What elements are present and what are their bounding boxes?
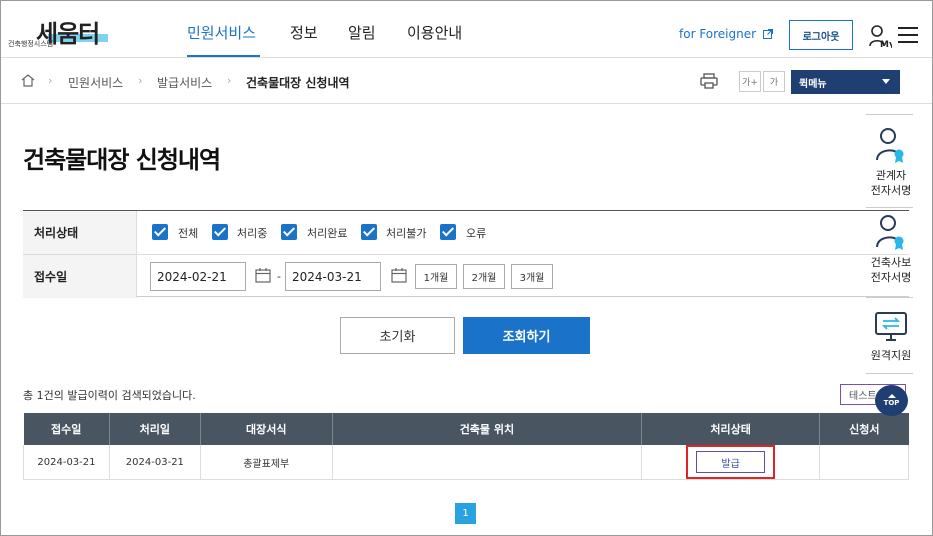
cell-status: 발급 xyxy=(641,445,821,480)
person-badge-icon xyxy=(876,215,904,250)
cell-form: 총괄표제부 xyxy=(200,445,333,480)
period-3-month-button[interactable]: 3개월 xyxy=(511,264,553,289)
breadcrumb-separator-icon: › xyxy=(48,74,53,87)
nav-notice[interactable]: 알림 xyxy=(348,22,376,43)
side-item-stakeholder-signature[interactable]: 관계자 전자서명 xyxy=(866,126,916,198)
issue-button[interactable]: 발급 xyxy=(696,451,766,473)
column-header-processed: 처리일 xyxy=(109,413,201,445)
side-panel-divider xyxy=(866,207,913,208)
logo-subtitle: 건축행정시스템 xyxy=(8,40,54,48)
quick-menu-label: 퀵메뉴 xyxy=(799,78,827,90)
status-filter-row: 처리상태 전체 처리중 처리완료 처리불가 오류 xyxy=(23,211,909,254)
monitor-icon xyxy=(875,312,907,341)
search-button[interactable]: 조회하기 xyxy=(463,317,590,354)
side-item-label: 원격지원 xyxy=(870,349,912,362)
calendar-icon[interactable] xyxy=(255,268,271,283)
quick-menu-select[interactable]: 퀵메뉴 xyxy=(791,70,900,94)
cell-location xyxy=(332,445,643,480)
checkbox-processing[interactable] xyxy=(212,224,228,240)
breadcrumb-separator-icon: › xyxy=(138,74,143,87)
page-title: 건축물대장 신청내역 xyxy=(23,146,221,174)
my-label: My xyxy=(880,40,892,48)
date-from-input[interactable]: 2024-02-21 xyxy=(150,262,246,291)
nav-civil-service[interactable]: 민원서비스 xyxy=(187,22,256,43)
date-separator: - xyxy=(277,270,281,283)
font-size-increase-button[interactable]: 가+ xyxy=(739,71,761,92)
cell-received: 2024-03-21 xyxy=(23,445,110,480)
side-panel-divider xyxy=(866,373,913,374)
date-to-input[interactable]: 2024-03-21 xyxy=(285,262,381,291)
date-filter-row: 접수일 2024-02-21 - 2024-03-21 1개월 2개월 3개월 xyxy=(23,254,909,298)
results-table: 접수일 처리일 대장서식 건축물 위치 처리상태 신청서 2024-03-21 … xyxy=(23,413,909,480)
breadcrumb-divider xyxy=(1,103,932,104)
side-item-remote-support[interactable]: 원격지원 xyxy=(866,310,916,363)
column-header-status: 처리상태 xyxy=(641,413,821,445)
print-icon[interactable] xyxy=(700,73,718,89)
checkbox-all[interactable] xyxy=(152,224,168,240)
site-logo[interactable]: 세움터 건축행정시스템 xyxy=(8,12,118,52)
breadcrumb-civil-service[interactable]: 민원서비스 xyxy=(68,74,123,91)
side-item-label: 관계자 xyxy=(875,169,907,182)
search-form: 처리상태 전체 처리중 처리완료 처리불가 오류 접수일 2024-02-21 … xyxy=(23,210,909,298)
chevron-down-icon xyxy=(882,79,890,84)
pagination-page-current[interactable]: 1 xyxy=(455,503,476,524)
hamburger-menu-icon[interactable] xyxy=(898,26,918,44)
foreigner-link[interactable]: for Foreigner xyxy=(679,27,773,41)
column-header-form: 대장서식 xyxy=(200,413,333,445)
checkbox-impossible[interactable] xyxy=(361,224,377,240)
font-size-default-button[interactable]: 가 xyxy=(763,71,785,92)
table-row: 2024-03-21 2024-03-21 총괄표제부 발급 xyxy=(23,445,909,480)
side-item-label: 전자서명 xyxy=(870,271,912,284)
checkbox-completed-label[interactable]: 처리완료 xyxy=(307,225,347,241)
date-filter-label: 접수일 xyxy=(23,255,137,298)
side-item-label: 전자서명 xyxy=(870,184,912,197)
checkbox-error-label[interactable]: 오류 xyxy=(466,225,486,241)
highlight-box: 발급 xyxy=(686,445,776,479)
breadcrumb-separator-icon: › xyxy=(227,74,232,87)
cell-processed: 2024-03-21 xyxy=(109,445,201,480)
period-2-month-button[interactable]: 2개월 xyxy=(463,264,505,289)
header-divider xyxy=(1,57,932,58)
breadcrumb-current: 건축물대장 신청내역 xyxy=(246,76,350,90)
calendar-icon[interactable] xyxy=(391,268,407,283)
breadcrumb-issue-service[interactable]: 발급서비스 xyxy=(157,74,212,91)
arrow-up-icon xyxy=(887,394,896,398)
column-header-application: 신청서 xyxy=(819,413,909,445)
status-filter-label: 처리상태 xyxy=(23,211,137,254)
side-item-label: 건축사보 xyxy=(870,256,912,269)
checkbox-impossible-label[interactable]: 처리불가 xyxy=(386,225,426,241)
side-item-architect-assistant-signature[interactable]: 건축사보 전자서명 xyxy=(866,213,916,285)
checkbox-all-label[interactable]: 전체 xyxy=(178,225,198,241)
logout-button[interactable]: 로그아웃 xyxy=(789,20,853,50)
checkbox-error[interactable] xyxy=(440,224,456,240)
foreigner-label: for Foreigner xyxy=(679,27,757,41)
reset-button[interactable]: 초기화 xyxy=(340,317,455,354)
cell-application xyxy=(819,445,909,480)
my-page-icon[interactable]: My xyxy=(868,24,892,48)
nav-guide[interactable]: 이용안내 xyxy=(407,22,462,43)
nav-info[interactable]: 정보 xyxy=(290,22,318,43)
person-badge-icon xyxy=(876,128,904,163)
scroll-top-button[interactable]: TOP xyxy=(875,385,908,416)
side-panel-divider xyxy=(866,297,913,298)
result-count: 총 1건의 발급이력이 검색되었습니다. xyxy=(23,389,196,402)
table-header-row: 접수일 처리일 대장서식 건축물 위치 처리상태 신청서 xyxy=(23,413,909,445)
home-icon[interactable] xyxy=(21,74,35,87)
column-header-received: 접수일 xyxy=(23,413,110,445)
external-link-icon xyxy=(762,29,773,39)
column-header-location: 건축물 위치 xyxy=(332,413,643,445)
checkbox-completed[interactable] xyxy=(281,224,297,240)
scroll-top-label: TOP xyxy=(883,399,900,407)
period-1-month-button[interactable]: 1개월 xyxy=(415,264,457,289)
side-panel-divider xyxy=(866,114,913,115)
checkbox-processing-label[interactable]: 처리중 xyxy=(237,225,267,241)
